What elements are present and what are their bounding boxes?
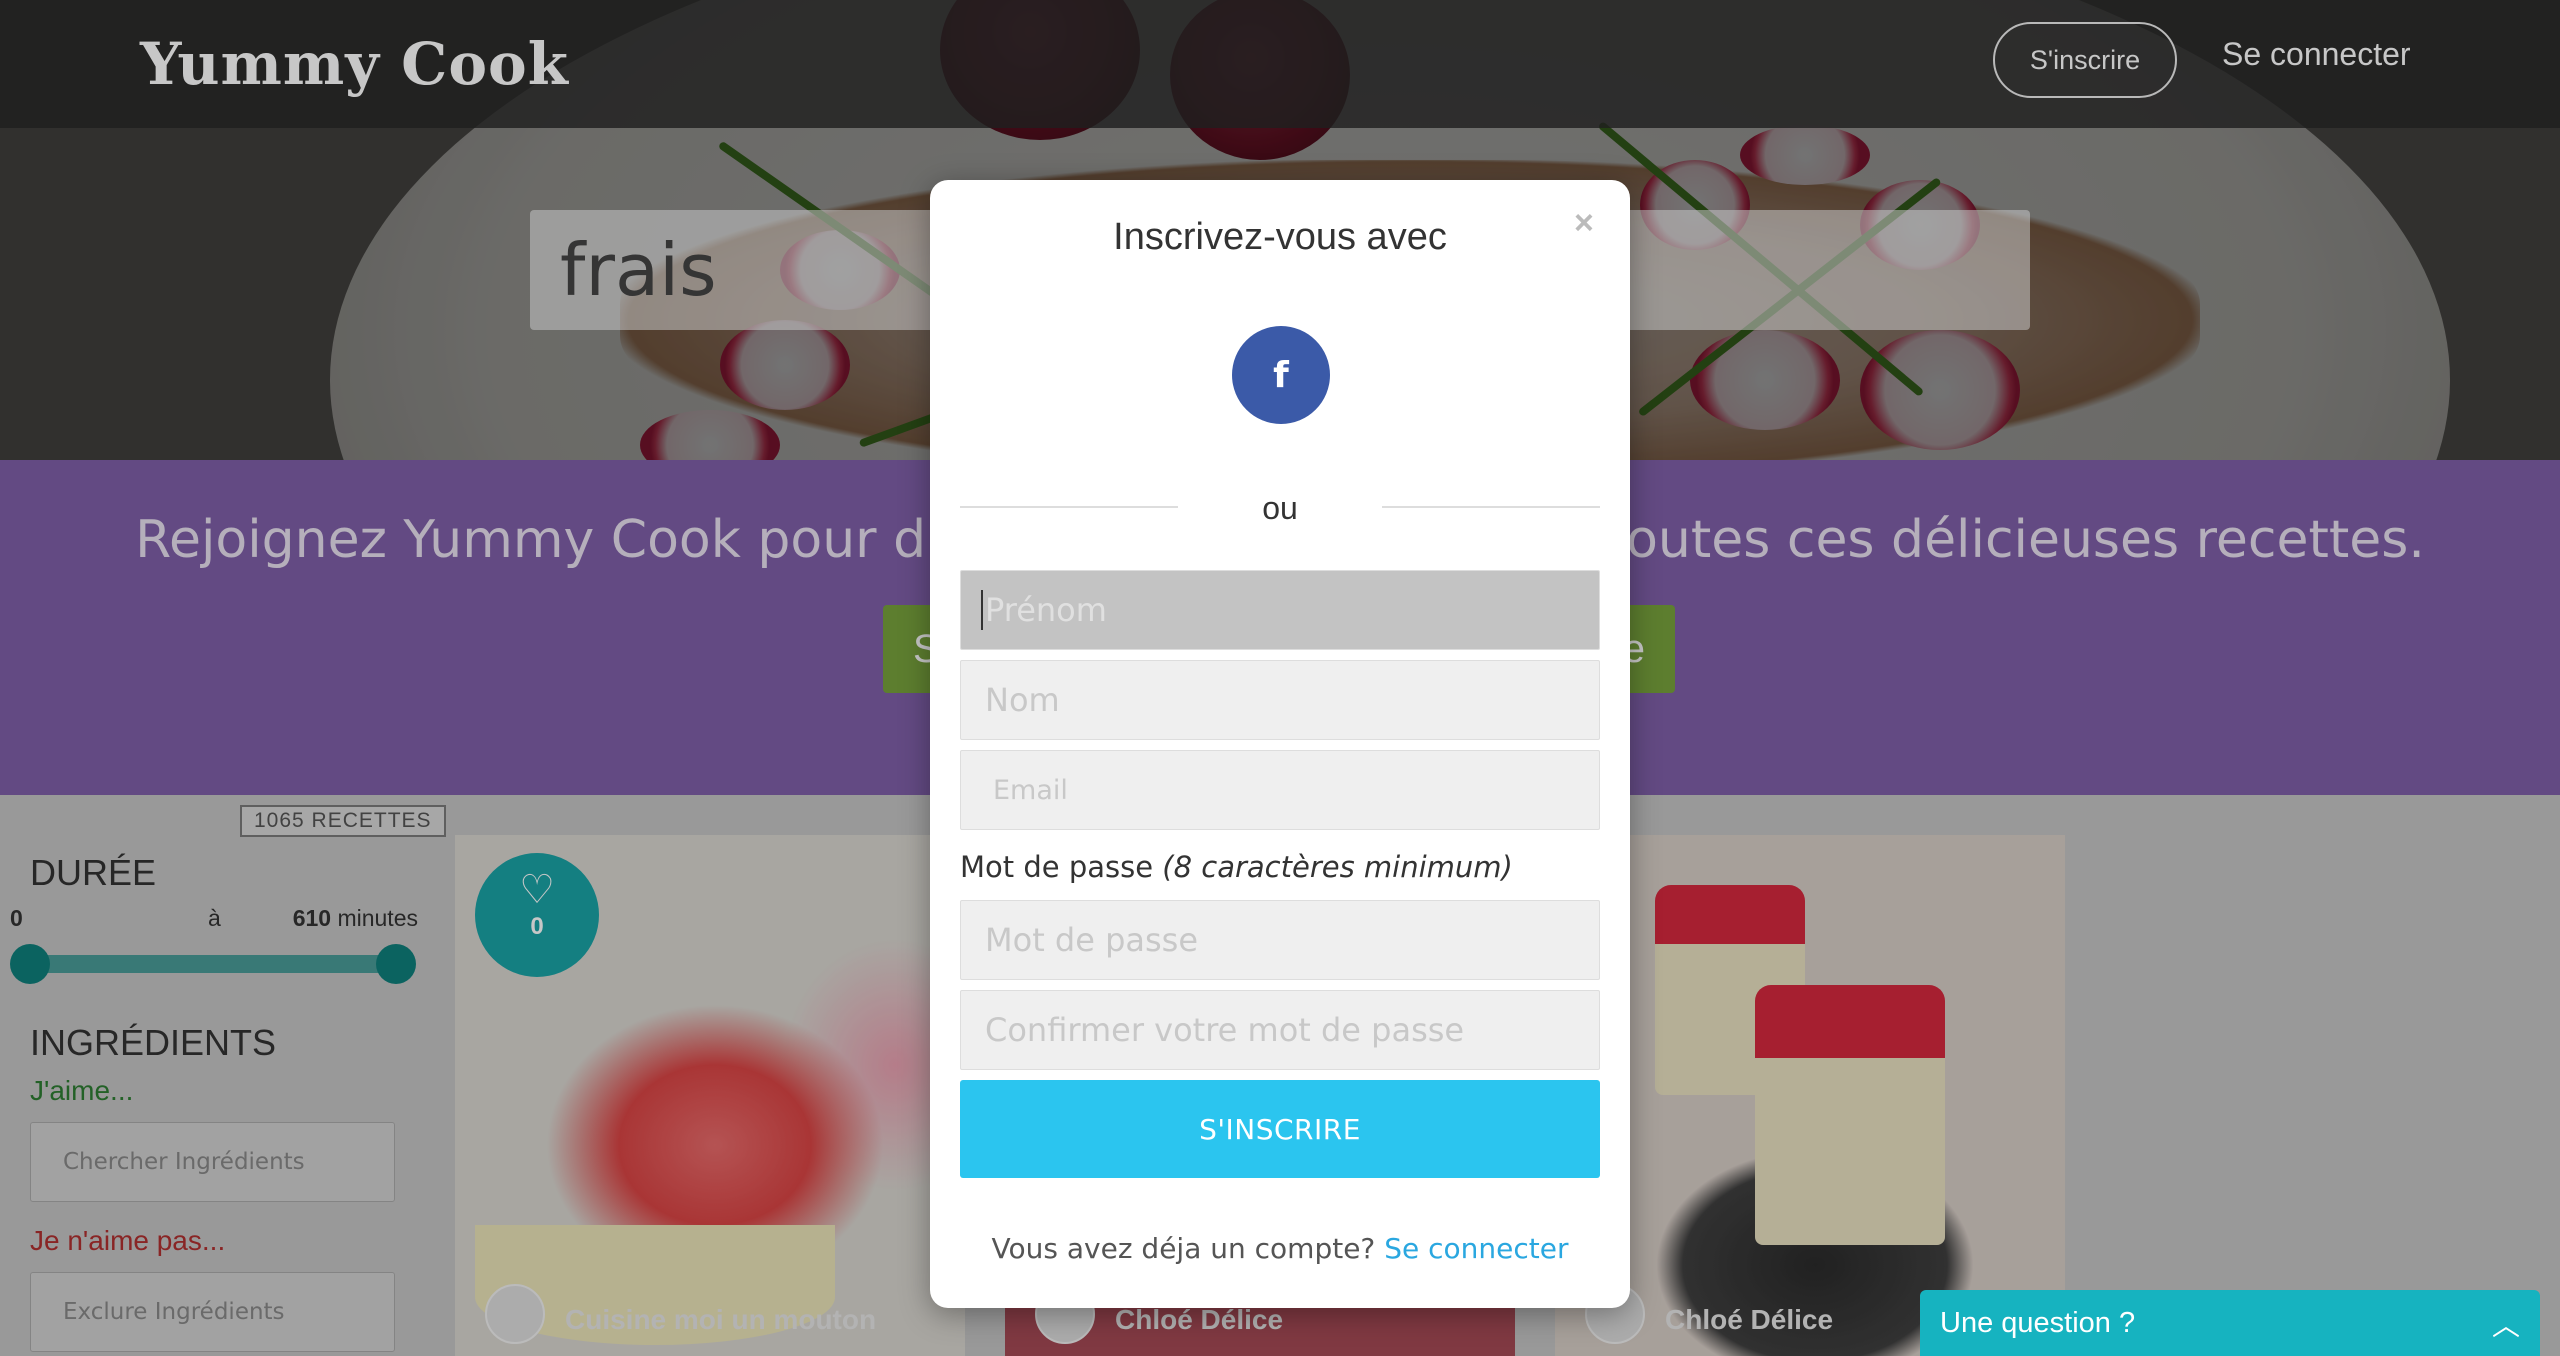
chevron-up-icon: ︿ <box>2491 1310 2520 1341</box>
password-hint: (8 caractères minimum) <box>1162 850 1513 884</box>
signup-submit-button[interactable]: S'INSCRIRE <box>960 1080 1600 1178</box>
last-name-field[interactable]: Nom <box>960 660 1600 740</box>
last-name-placeholder: Nom <box>985 681 1060 719</box>
password-placeholder: Mot de passe <box>985 921 1199 959</box>
first-name-placeholder: Prénom <box>985 591 1107 629</box>
confirm-password-placeholder: Confirmer votre mot de passe <box>985 1011 1465 1049</box>
password-label: Mot de passe (8 caractères minimum) <box>960 850 1513 884</box>
facebook-signup-button[interactable]: f <box>1232 326 1330 424</box>
divider-or: ou <box>1262 490 1298 526</box>
password-field[interactable]: Mot de passe <box>960 900 1600 980</box>
close-icon[interactable]: × <box>1574 204 1594 243</box>
email-field[interactable]: Email <box>960 750 1600 830</box>
signup-modal: Inscrivez-vous avec × f ou Prénom Nom Em… <box>930 180 1630 1308</box>
confirm-password-field[interactable]: Confirmer votre mot de passe <box>960 990 1600 1070</box>
login-prompt: Vous avez déja un compte? Se connecter <box>991 1232 1569 1265</box>
facebook-icon: f <box>1273 354 1289 396</box>
email-placeholder: Email <box>993 774 1068 806</box>
help-chat-tab[interactable]: Une question ? ︿ <box>1920 1290 2540 1356</box>
chat-label: Une question ? <box>1940 1306 2136 1339</box>
first-name-field[interactable]: Prénom <box>960 570 1600 650</box>
login-link-modal[interactable]: Se connecter <box>1384 1232 1568 1265</box>
modal-title: Inscrivez-vous avec <box>1113 216 1447 258</box>
text-caret <box>981 590 983 630</box>
